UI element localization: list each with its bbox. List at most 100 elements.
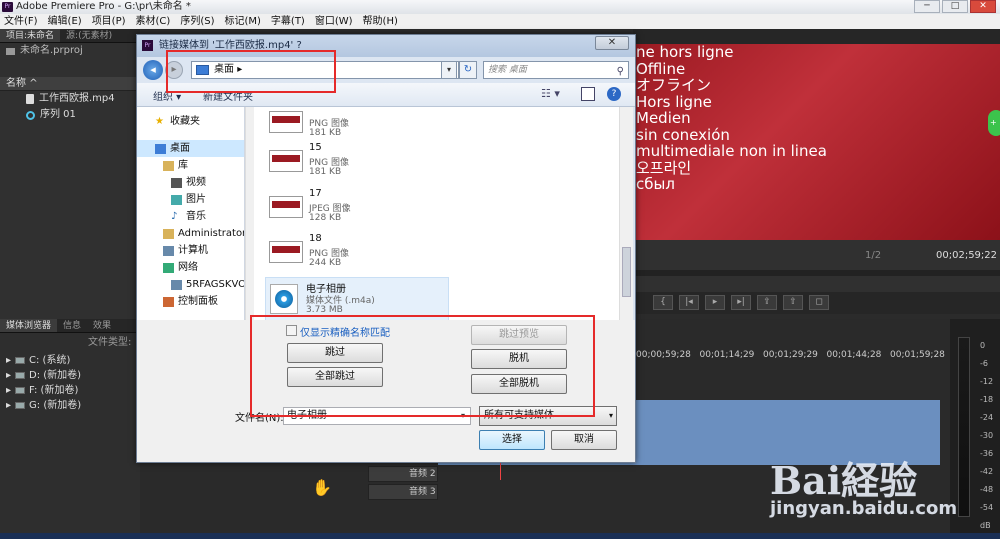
ruler-tick-label: 00;01;29;29 [763, 350, 818, 360]
window-controls: ─ □ ✕ [914, 0, 996, 14]
select-button[interactable]: 选择 [479, 430, 545, 450]
chevron-down-icon: ▾ [608, 411, 613, 420]
file-list-scrollbar[interactable] [619, 107, 633, 320]
maximize-icon[interactable]: □ [942, 0, 968, 13]
menu-edit[interactable]: 编辑(E) [48, 14, 82, 29]
nav-network[interactable]: 网络 [137, 259, 244, 276]
tab-media-browser[interactable]: 媒体浏览器 [0, 319, 58, 332]
nav-control-panel[interactable]: 控制面板 [137, 293, 244, 310]
drive-item[interactable]: ▸ D: (新加卷) [0, 368, 140, 383]
tab-source[interactable]: 源:(无素材) [60, 29, 118, 42]
plugin-badge-icon[interactable]: + [988, 110, 1000, 136]
audio-track-header[interactable]: 音频 3 [368, 484, 438, 500]
media-browser-tabs: 媒体浏览器 信息 效果 [0, 319, 140, 333]
project-tabs: 项目:未命名 源:(无素材) [0, 29, 140, 43]
nav-computer[interactable]: 计算机 [137, 242, 244, 259]
drive-icon [15, 387, 26, 394]
nav-scrollbar[interactable] [245, 107, 254, 320]
nav-label: Administrator [178, 228, 245, 239]
minimize-icon[interactable]: ─ [914, 0, 940, 13]
play-icon[interactable]: ▸ [705, 295, 725, 310]
address-dropdown-icon[interactable]: ▾ [441, 61, 457, 79]
nav-label: 计算机 [178, 245, 208, 256]
mark-in-icon[interactable]: { [653, 295, 673, 310]
menu-help[interactable]: 帮助(H) [363, 14, 398, 29]
nav-library[interactable]: 库 [137, 157, 244, 174]
project-spacer [0, 59, 140, 77]
offline-text: multimediale non in linea [636, 142, 827, 160]
refresh-icon[interactable]: ↻ [459, 61, 477, 79]
menu-sequence[interactable]: 序列(S) [180, 14, 214, 29]
timecode-display[interactable]: 00;02;59;22 [936, 250, 997, 261]
nav-music[interactable]: ♪ 音乐 [137, 208, 244, 225]
hand-tool-icon[interactable]: ✋ [312, 478, 332, 497]
drive-label: G: (新加卷) [29, 400, 82, 411]
nav-administrator[interactable]: Administrator [137, 225, 244, 242]
transport-controls: { |◂ ▸ ▸| ⇪ ⇧ ◻ [633, 292, 1000, 314]
watermark-url: jingyan.baidu.com [770, 498, 958, 519]
windows-taskbar [0, 533, 1000, 539]
file-type-filter[interactable]: 文件类型: [0, 333, 140, 353]
menu-title[interactable]: 字幕(T) [271, 14, 305, 29]
menu-marker[interactable]: 标记(M) [224, 14, 260, 29]
dialog-close-icon[interactable]: ✕ [595, 36, 629, 50]
tab-effects[interactable]: 效果 [87, 319, 117, 332]
control-panel-icon [163, 296, 174, 307]
timeline-ruler[interactable]: 00;00;59;28 00;01;14;29 00;01;29;29 00;0… [636, 350, 945, 364]
nav-network-computer[interactable]: 5RFAGSKVOX [137, 276, 244, 293]
file-item[interactable]: 15 PNG 图像 181 KB [269, 142, 449, 186]
cancel-button[interactable]: 取消 [551, 430, 617, 450]
file-item[interactable]: 17 JPEG 图像 128 KB [269, 188, 449, 232]
offline-text: オフライン [636, 76, 712, 94]
offline-text: ne hors ligne [636, 44, 734, 61]
file-item[interactable]: PNG 图像 181 KB [269, 107, 449, 147]
network-icon [163, 262, 174, 273]
view-options-icon[interactable]: ☷ ▾ [541, 87, 565, 103]
zoom-select[interactable]: 1/2 [865, 250, 881, 261]
nav-label: 网络 [178, 262, 198, 273]
back-arrow-icon[interactable]: ◂ [143, 60, 163, 80]
nav-label: 视频 [186, 177, 206, 188]
search-input[interactable]: 搜索 桌面 ⚲ [483, 61, 629, 79]
drive-label: D: (新加卷) [29, 370, 82, 381]
project-column-header[interactable]: 名称 ^ [0, 77, 140, 91]
project-item[interactable]: 序列 01 [0, 107, 140, 123]
extract-icon[interactable]: ⇧ [783, 295, 803, 310]
drive-item[interactable]: ▸ F: (新加卷) [0, 383, 140, 398]
tab-project[interactable]: 项目:未命名 [0, 29, 61, 42]
nav-pictures[interactable]: 图片 [137, 191, 244, 208]
menu-file[interactable]: 文件(F) [4, 14, 38, 29]
drive-item[interactable]: ▸ G: (新加卷) [0, 398, 140, 413]
nav-favorites[interactable]: ★ 收藏夹 [137, 113, 244, 130]
help-icon[interactable]: ? [607, 87, 621, 101]
file-item-selected[interactable]: 电子相册 媒体文件 (.m4a) 3.73 MB [265, 277, 449, 320]
monitor-scrubber[interactable] [633, 270, 1000, 276]
drive-label: F: (新加卷) [29, 385, 79, 396]
file-size: 181 KB [309, 128, 342, 138]
lift-icon[interactable]: ⇪ [757, 295, 777, 310]
scrollbar-thumb[interactable] [622, 247, 631, 297]
nav-label: 图片 [186, 194, 206, 205]
menu-window[interactable]: 窗口(W) [315, 14, 353, 29]
audio-track-header[interactable]: 音频 2 [368, 466, 438, 482]
menu-project[interactable]: 项目(P) [92, 14, 126, 29]
nav-desktop[interactable]: 桌面 [137, 140, 244, 157]
project-panel: 项目:未命名 源:(无素材) 未命名.prproj 名称 ^ 工作西欧报.mp4… [0, 29, 140, 319]
menu-clip[interactable]: 素材(C) [136, 14, 171, 29]
program-monitor: ne hors ligne Offline オフライン Hors ligne M… [633, 44, 1000, 240]
nav-videos[interactable]: 视频 [137, 174, 244, 191]
preview-pane-icon[interactable] [581, 87, 595, 101]
export-frame-icon[interactable]: ◻ [809, 295, 829, 310]
drive-item[interactable]: ▸ C: (系统) [0, 353, 140, 368]
project-item[interactable]: 工作西欧报.mp4 [0, 91, 140, 107]
step-back-icon[interactable]: |◂ [679, 295, 699, 310]
close-icon[interactable]: ✕ [970, 0, 996, 13]
offline-text: Offline [636, 59, 686, 78]
search-icon[interactable]: ⚲ [617, 64, 624, 80]
file-size: 3.73 MB [306, 305, 343, 315]
tab-info[interactable]: 信息 [57, 319, 87, 332]
file-item[interactable]: 18 PNG 图像 244 KB [269, 233, 449, 277]
app-title: Adobe Premiere Pro - G:\pr\未命名 * [16, 1, 191, 12]
step-forward-icon[interactable]: ▸| [731, 295, 751, 310]
